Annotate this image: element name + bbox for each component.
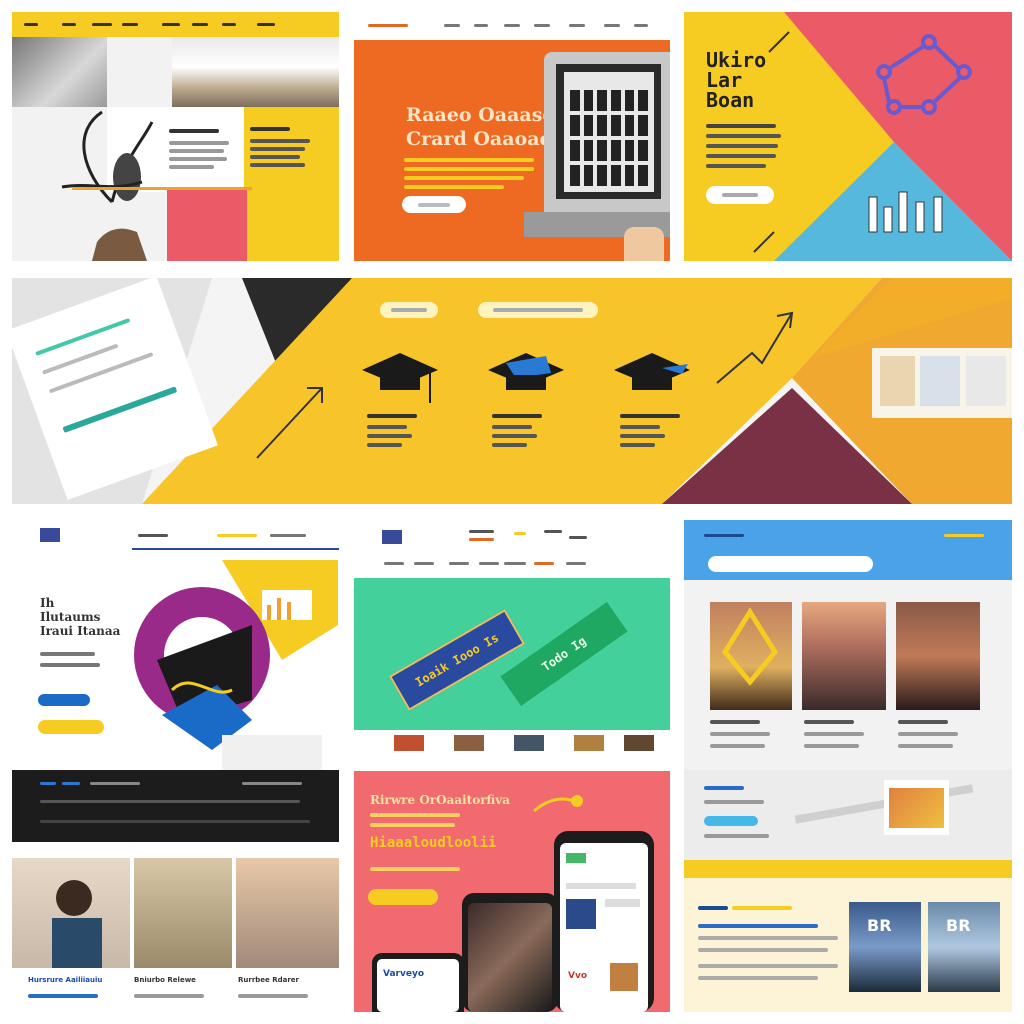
hero-title-3: Boan <box>706 88 755 112</box>
graduation-cap-icon <box>614 353 690 390</box>
photo-objects <box>134 858 232 968</box>
laptop-illustration <box>544 52 670 222</box>
tile-geometric-landing[interactable]: Ih Ilutaums Iraui Itanaa <box>12 520 339 842</box>
nav-bar <box>354 520 670 578</box>
hero-headline-1: Rirwre OrOaaitorfiva <box>370 793 510 807</box>
graduation-cap-icon <box>362 353 438 403</box>
phone-medium <box>462 893 558 1012</box>
tile-hub-collage[interactable] <box>12 12 339 261</box>
photo-ornament <box>710 602 792 710</box>
tile-blue-gallery[interactable]: BR BR <box>684 520 1012 1012</box>
pink-block <box>167 187 247 261</box>
card-image <box>884 780 949 835</box>
green-hero: Ioaik Iooo Is Todo Ig <box>354 578 670 730</box>
photo-person <box>12 858 130 968</box>
tile-geometric-triangles[interactable]: Ukiro Lar Boan <box>684 12 1012 261</box>
search-input[interactable] <box>708 556 873 572</box>
tile-graduation-banner[interactable] <box>12 278 1012 504</box>
nav-bar <box>12 520 339 550</box>
thumbnail-2: BR <box>928 902 1000 992</box>
ribbon-text-1: Ioaik Iooo Is <box>412 630 502 690</box>
secondary-button[interactable] <box>38 720 104 734</box>
primary-button[interactable] <box>38 694 90 706</box>
card-text: Vvo <box>568 971 588 981</box>
geometric-art <box>134 560 338 785</box>
photo-market <box>236 858 339 968</box>
photo-workshop <box>172 37 339 112</box>
card-caption-1: Hursrure Aailiiauiu <box>28 976 103 984</box>
cta-button[interactable] <box>402 196 466 213</box>
cta-button[interactable] <box>368 889 438 905</box>
photo-figures <box>802 602 886 710</box>
photo-crowd <box>896 602 980 710</box>
plant-tool-illustration <box>61 110 154 261</box>
trend-arrow-icon <box>256 387 323 459</box>
cta-button[interactable] <box>706 186 774 204</box>
logo-icon <box>382 530 402 544</box>
card-caption-2: Bniurbo Relewe <box>134 976 196 984</box>
yellow-column <box>244 107 339 261</box>
dark-footer <box>12 770 339 842</box>
document-collage <box>872 348 1012 418</box>
hero-title-2: Ilutaums <box>40 610 101 624</box>
tile-green-ribbons[interactable]: Ioaik Iooo Is Todo Ig <box>354 520 670 756</box>
cream-section: BR BR <box>684 878 1012 1012</box>
hero-title-3: Iraui Itanaa <box>40 624 121 638</box>
thumbnail-strip <box>354 730 670 756</box>
feature-band <box>684 770 1012 860</box>
logo-icon <box>40 528 60 542</box>
tile-orange-laptop[interactable]: Raaeo Oaaasolar Crard Oaaoaeianna <box>354 12 670 261</box>
graduation-cap-icon <box>488 353 564 390</box>
trend-arrow-icon <box>716 311 794 384</box>
phone-large: Vvo <box>554 831 654 1012</box>
ribbon-text-2: Todo Ig <box>539 633 589 675</box>
phone-small: Varveyo <box>372 953 464 1012</box>
header <box>684 520 1012 580</box>
sparkle-icon <box>533 795 583 813</box>
card-caption-3: Rurrbee Rdarer <box>238 976 299 984</box>
hero-title-1: Ih <box>40 596 55 610</box>
phone-text: Varveyo <box>383 969 425 979</box>
nav-bar <box>354 12 670 40</box>
hand-icon <box>624 227 664 261</box>
hero-headline-2: Hiaaaloudloolii <box>370 835 497 851</box>
thumbnail-1: BR <box>849 902 921 992</box>
nav-bar <box>12 12 339 37</box>
tile-pink-mobile[interactable]: Rirwre OrOaaitorfiva Hiaaaloudloolii Vvo… <box>354 771 670 1012</box>
tile-photo-cards[interactable]: Hursrure Aailiiauiu Bniurbo Relewe Rurrb… <box>12 858 339 1012</box>
